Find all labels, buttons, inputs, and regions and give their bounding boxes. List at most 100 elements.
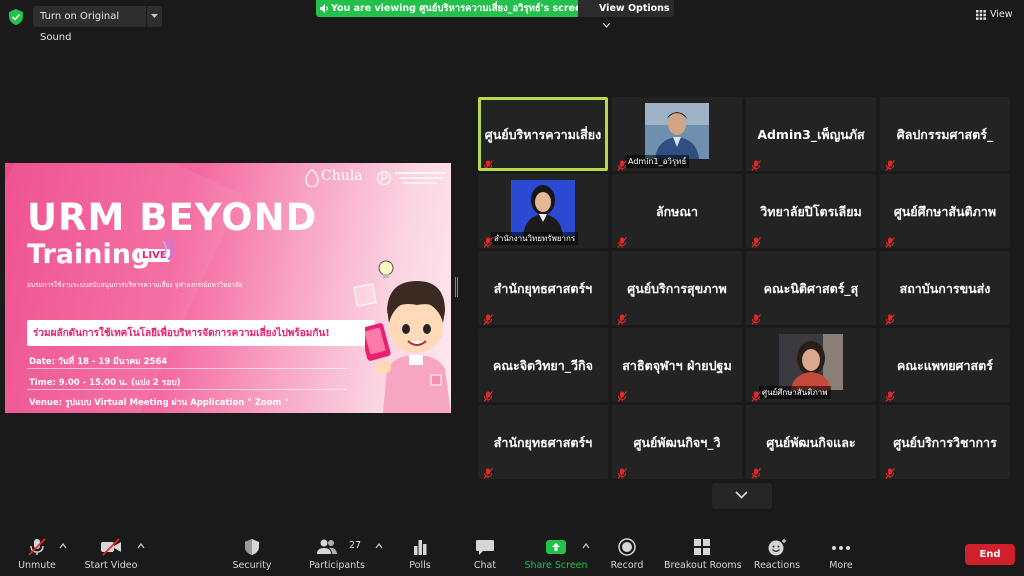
meeting-toolbar: Unmute Start Video Security Participants…: [0, 530, 1024, 576]
event-venue: Venue: รูปแบบ Virtual Meeting ผ่าน Appli…: [29, 398, 289, 408]
participant-tile[interactable]: สำนักงานวิทยทรัพยากร: [478, 174, 608, 248]
participant-tile[interactable]: คณะแพทยศาสตร์: [880, 328, 1010, 402]
view-options-button[interactable]: View Options: [578, 0, 674, 28]
participant-name-label: Admin1_อวิรุทธ์: [625, 155, 690, 168]
security-shield-icon[interactable]: [9, 9, 23, 25]
breakout-rooms-icon: [694, 539, 710, 555]
chula-emblem-icon: [305, 169, 319, 187]
video-options-chevron-icon[interactable]: [137, 543, 145, 549]
record-button[interactable]: Record: [604, 530, 650, 576]
more-dots-icon: [832, 546, 850, 550]
participant-name-label: ศูนย์ศึกษาสันติภาพ: [759, 386, 831, 399]
slide-description: อบรมการใช้งานระบบสนับสนุนการบริหารความเส…: [27, 281, 243, 289]
participants-button[interactable]: Participants: [306, 530, 368, 576]
participant-tile[interactable]: สำนักยุทธศาสตร์ฯ: [478, 405, 608, 479]
polls-label: Polls: [409, 560, 431, 571]
muted-microphone-icon: [483, 310, 493, 325]
share-options-chevron-icon[interactable]: [582, 543, 590, 549]
participants-count: 27: [349, 540, 362, 551]
muted-microphone-icon: [483, 464, 493, 479]
muted-microphone-icon: [751, 310, 761, 325]
participant-tile[interactable]: สาธิตจุฬาฯ ฝ่ายปฐม: [612, 328, 742, 402]
participant-tile[interactable]: สถาบันการขนส่ง: [880, 251, 1010, 325]
participant-tile[interactable]: ศูนย์พัฒนกิจและ: [746, 405, 876, 479]
muted-microphone-icon: [751, 387, 761, 402]
participant-name: ลักษณา: [655, 204, 699, 219]
chat-button[interactable]: Chat: [465, 530, 505, 576]
view-layout-button[interactable]: View: [973, 5, 1017, 25]
chula-logo: Chula: [303, 167, 448, 191]
security-label: Security: [232, 560, 272, 571]
chat-bubble-icon: [476, 540, 494, 555]
unmute-button[interactable]: Unmute: [14, 530, 60, 576]
start-video-button[interactable]: Start Video: [80, 530, 142, 576]
participant-name: คณะแพทยศาสตร์: [897, 358, 993, 373]
event-time: Time: 9.00 - 15.00 น. (แบ่ง 2 รอบ): [29, 378, 181, 388]
muted-microphone-icon: [885, 233, 895, 248]
muted-microphone-icon: [617, 464, 627, 479]
original-sound-dropdown[interactable]: [147, 6, 162, 27]
participant-tile[interactable]: ลักษณา: [612, 174, 742, 248]
participant-name: คณะจิตวิทยา_วีกิจ: [493, 358, 593, 373]
participant-name: คณะนิติศาสตร์_สุ: [763, 281, 859, 296]
unmute-label: Unmute: [18, 560, 56, 571]
security-button[interactable]: Security: [228, 530, 276, 576]
polls-button[interactable]: Polls: [400, 530, 440, 576]
more-label: More: [829, 560, 853, 571]
participants-options-chevron-icon[interactable]: [375, 543, 383, 549]
participant-name: สาธิตจุฬาฯ ฝ่ายปฐม: [622, 358, 732, 373]
muted-microphone-icon: [483, 156, 493, 168]
reactions-button[interactable]: Reactions: [752, 530, 802, 576]
participant-name: ศูนย์บริการวิชาการ: [893, 435, 997, 450]
muted-microphone-icon: [751, 156, 761, 171]
audio-options-chevron-icon[interactable]: [59, 543, 67, 549]
participant-tile[interactable]: ศูนย์บริการวิชาการ: [880, 405, 1010, 479]
muted-microphone-icon: [483, 233, 493, 248]
participant-tile[interactable]: Admin3_เพ็ญนภัส: [746, 97, 876, 171]
participant-tile[interactable]: ศูนย์ศึกษาสันติภาพ: [746, 328, 876, 402]
participant-tile[interactable]: คณะจิตวิทยา_วีกิจ: [478, 328, 608, 402]
participant-name: ศูนย์ศึกษาสันติภาพ: [893, 204, 997, 219]
participants-icon: [317, 539, 338, 554]
original-sound-button[interactable]: Turn on Original Sound: [33, 6, 146, 43]
viewing-banner-text: You are viewing ศูนย์บริหารความเสี่ยง_อว…: [331, 3, 578, 14]
muted-microphone-icon: [885, 310, 895, 325]
next-page-button[interactable]: [712, 483, 772, 509]
participant-tile[interactable]: ศิลปกรรมศาสตร์_: [880, 97, 1010, 171]
breakout-rooms-label: Breakout Rooms: [664, 560, 742, 571]
participant-name: ศูนย์บริการสุขภาพ: [627, 281, 727, 296]
muted-microphone-icon: [885, 387, 895, 402]
participant-tile[interactable]: สำนักยุทธศาสตร์ฯ: [478, 251, 608, 325]
participant-video: [645, 103, 709, 159]
microphone-muted-icon: [28, 538, 46, 556]
slogan-text: ร่วมผลักดันการใช้เทคโนโลยีเพื่อบริหารจัด…: [33, 328, 330, 339]
more-button[interactable]: More: [820, 530, 862, 576]
participant-name: สถาบันการขนส่ง: [899, 281, 991, 296]
chula-brand-text: Chula: [321, 168, 363, 184]
participant-name: ศูนย์พัฒนกิจฯ_วิ: [633, 435, 721, 450]
participant-name: ศูนย์พัฒนกิจและ: [766, 435, 856, 450]
participant-tile[interactable]: ศูนย์บริหารความเสี่ยง: [478, 97, 608, 171]
reactions-smiley-icon: [768, 539, 786, 556]
participant-tile[interactable]: วิทยาลัยปิโตรเลียม: [746, 174, 876, 248]
participant-tile[interactable]: ศูนย์พัฒนกิจฯ_วิ: [612, 405, 742, 479]
participant-tile[interactable]: ศูนย์ศึกษาสันติภาพ: [880, 174, 1010, 248]
participant-tile[interactable]: คณะนิติศาสตร์_สุ: [746, 251, 876, 325]
view-options-label: View Options: [599, 3, 670, 14]
breakout-rooms-button[interactable]: Breakout Rooms: [664, 530, 742, 576]
participant-tile[interactable]: ศูนย์บริการสุขภาพ: [612, 251, 742, 325]
participant-tile[interactable]: Admin1_อวิรุทธ์: [612, 97, 742, 171]
participant-name: Admin3_เพ็ญนภัส: [757, 127, 865, 142]
participant-name: สำนักยุทธศาสตร์ฯ: [493, 435, 593, 450]
risk-center-emblem-icon: [377, 170, 391, 186]
participant-name-label: สำนักงานวิทยทรัพยากร: [491, 232, 579, 245]
start-video-label: Start Video: [84, 560, 138, 571]
panel-splitter-handle[interactable]: [455, 277, 458, 297]
muted-microphone-icon: [617, 387, 627, 402]
record-icon: [618, 538, 636, 556]
share-screen-button[interactable]: Share Screen: [524, 530, 588, 576]
slide-title: URM BEYOND: [27, 196, 318, 239]
viewing-screen-banner: You are viewing ศูนย์บริหารความเสี่ยง_อว…: [316, 0, 578, 17]
end-meeting-button[interactable]: End: [965, 544, 1015, 565]
participant-name: ศิลปกรรมศาสตร์_: [896, 127, 994, 142]
